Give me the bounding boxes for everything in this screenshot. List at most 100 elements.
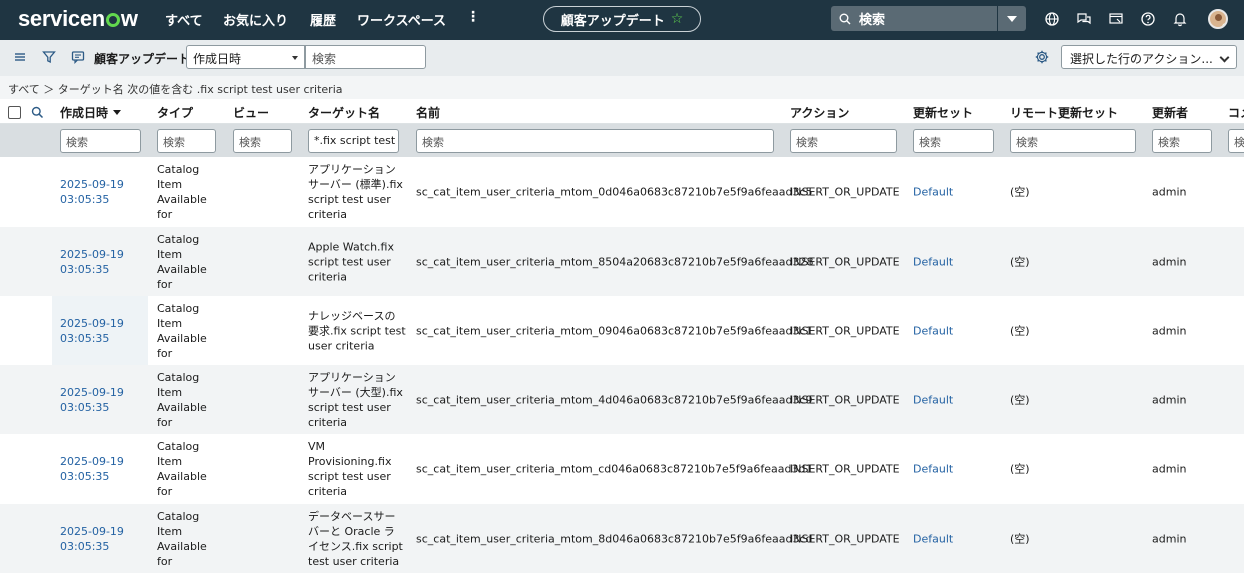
- cell-created[interactable]: 2025-09-19 03:05:35: [60, 316, 124, 346]
- cell-update-set[interactable]: Default: [913, 184, 953, 199]
- servicenow-logo[interactable]: servicen w: [18, 6, 138, 32]
- cell-created[interactable]: 2025-09-19 03:05:35: [60, 177, 124, 207]
- column-label: 作成日時: [60, 106, 109, 120]
- cell-created-line: 2025-09-19: [60, 177, 124, 191]
- cell-type-line: Catalog: [157, 370, 200, 384]
- table-row[interactable]: 2025-09-19 03:05:35 Catalog Item Available fo…: [0, 504, 1244, 573]
- filter-input-comments[interactable]: 検索: [1228, 129, 1244, 153]
- cell-target-name-line: script test user: [308, 400, 391, 414]
- gear-icon[interactable]: [1034, 49, 1050, 65]
- cell-action: INSERT_OR_UPDATE: [790, 324, 900, 337]
- help-icon[interactable]: [1140, 11, 1156, 27]
- cell-action: INSERT_OR_UPDATE: [790, 462, 900, 475]
- cell-update-set[interactable]: Default: [913, 392, 953, 407]
- column-header-action[interactable]: アクション: [790, 104, 849, 121]
- cell-target-name-line: VM: [308, 439, 326, 453]
- filter-input-name[interactable]: 検索: [416, 129, 774, 153]
- filter-breadcrumb[interactable]: すべて ＞ ターゲット名 次の値を含む .fix script test use…: [0, 76, 1244, 99]
- cell-remote-update-set: (空): [1010, 393, 1030, 406]
- cell-updated-by: admin: [1152, 462, 1187, 475]
- filter-input-target-name[interactable]: *.fix script test u: [308, 129, 399, 153]
- cell-updated-by: admin: [1152, 532, 1187, 545]
- table-row[interactable]: 2025-09-19 03:05:35 Catalog Item Available fo…: [0, 365, 1244, 434]
- filter-icon[interactable]: [41, 49, 57, 65]
- cell-target-name-line: データベースサー: [308, 509, 396, 523]
- favorite-star-icon[interactable]: ☆: [671, 11, 684, 27]
- table-row[interactable]: 2025-09-19 03:05:35 Catalog Item Available fo…: [0, 296, 1244, 365]
- list-search-input[interactable]: 検索: [305, 45, 426, 69]
- hamburger-menu-icon[interactable]: [12, 49, 28, 65]
- table-row[interactable]: 2025-09-19 03:05:35 Catalog Item Available fo…: [0, 227, 1244, 296]
- cell-update-set[interactable]: Default: [913, 531, 953, 546]
- cell-update-set[interactable]: Default: [913, 323, 953, 338]
- search-scope-dropdown[interactable]: [998, 6, 1026, 31]
- cell-created[interactable]: 2025-09-19 03:05:35: [60, 454, 124, 484]
- column-header-remote-update-set[interactable]: リモート更新セット: [1010, 104, 1118, 121]
- nav-history[interactable]: 履歴: [310, 10, 336, 29]
- column-header-view[interactable]: ビュー: [233, 104, 269, 121]
- filter-input-update-set[interactable]: 検索: [913, 129, 994, 153]
- cell-target-name-line: criteria: [308, 270, 348, 283]
- cell-created-line: 2025-09-19: [60, 247, 124, 261]
- search-icon: [839, 13, 851, 24]
- user-avatar[interactable]: [1208, 9, 1228, 29]
- nav-all[interactable]: すべて: [165, 10, 203, 29]
- chat-icon[interactable]: [1076, 11, 1092, 27]
- list-toolbar: 顧客アップデート 作成日時 検索 選択した行のアクション...: [0, 40, 1244, 76]
- cell-type-line: for: [157, 554, 173, 568]
- globe-icon[interactable]: [1044, 11, 1060, 27]
- cell-created[interactable]: 2025-09-19 03:05:35: [60, 247, 124, 277]
- column-header-name[interactable]: 名前: [416, 104, 440, 121]
- table-row[interactable]: 2025-09-19 03:05:35 Catalog Item Available fo…: [0, 157, 1244, 226]
- filter-input-updated-by[interactable]: 検索: [1152, 129, 1212, 153]
- cell-type-line: Available: [157, 262, 207, 276]
- cell-created[interactable]: 2025-09-19 03:05:35: [60, 385, 124, 415]
- table-row[interactable]: 2025-09-19 03:05:35 Catalog Item Available fo…: [0, 434, 1244, 503]
- cell-created-line: 03:05:35: [60, 469, 110, 483]
- filter-input-action[interactable]: 検索: [790, 129, 897, 153]
- cell-type-line: Item: [157, 454, 183, 468]
- cell-target-name-line: script test user: [308, 469, 391, 483]
- cell-action: INSERT_OR_UPDATE: [790, 532, 900, 545]
- cell-target-name: ナレッジベースの 要求.fix script test user criteria: [308, 308, 406, 353]
- search-field-select[interactable]: 作成日時: [186, 45, 305, 69]
- screen-icon[interactable]: [1108, 11, 1124, 27]
- global-search-input[interactable]: 検索: [831, 6, 997, 31]
- filter-input-remote-update-set[interactable]: 検索: [1010, 129, 1136, 153]
- top-navigation: servicen w すべて お気に入り 履歴 ワークスペース ⋮ 顧客アップデー…: [0, 0, 1244, 40]
- nav-more-icon[interactable]: ⋮: [466, 9, 480, 25]
- cell-update-set[interactable]: Default: [913, 461, 953, 476]
- column-header-updated-by[interactable]: 更新者: [1152, 104, 1188, 121]
- nav-favorites[interactable]: お気に入り: [223, 10, 288, 29]
- context-title: 顧客アップデート: [560, 13, 665, 29]
- cell-update-set[interactable]: Default: [913, 254, 953, 269]
- cell-type-line: for: [157, 346, 173, 360]
- column-header-target-name[interactable]: ターゲット名: [308, 104, 380, 121]
- nav-workspaces[interactable]: ワークスペース: [357, 10, 446, 29]
- cell-target-name-line: script test user: [308, 192, 391, 206]
- select-all-checkbox[interactable]: [8, 106, 21, 119]
- column-search-toggle-icon[interactable]: [31, 106, 44, 119]
- cell-target-name-line: アプリケーション: [308, 162, 396, 176]
- cell-created-line: 2025-09-19: [60, 316, 124, 330]
- cell-target-name-line: Provisioning.fix: [308, 454, 392, 468]
- cell-type: Catalog Item Available for: [157, 509, 207, 569]
- cell-type: Catalog Item Available for: [157, 370, 207, 430]
- activity-stream-icon[interactable]: [70, 49, 86, 65]
- cell-created[interactable]: 2025-09-19 03:05:35: [60, 524, 124, 554]
- row-actions-select[interactable]: 選択した行のアクション...: [1061, 45, 1237, 69]
- cell-target-name-line: criteria: [308, 207, 348, 221]
- logo-text-end: w: [120, 6, 138, 31]
- filter-input-view[interactable]: 検索: [233, 129, 292, 153]
- column-header-created[interactable]: 作成日時: [60, 104, 122, 121]
- cell-remote-update-set: (空): [1010, 532, 1030, 545]
- column-header-comments[interactable]: コメ: [1228, 104, 1244, 121]
- column-header-update-set[interactable]: 更新セット: [913, 104, 973, 121]
- filter-input-type[interactable]: 検索: [157, 129, 216, 153]
- column-header-type[interactable]: タイプ: [157, 104, 193, 121]
- bell-icon[interactable]: [1172, 11, 1188, 27]
- cell-created-line: 03:05:35: [60, 400, 110, 414]
- filter-input-created[interactable]: 検索: [60, 129, 141, 153]
- cell-type: Catalog Item Available for: [157, 301, 207, 361]
- context-title-pill[interactable]: 顧客アップデート ☆: [543, 6, 701, 32]
